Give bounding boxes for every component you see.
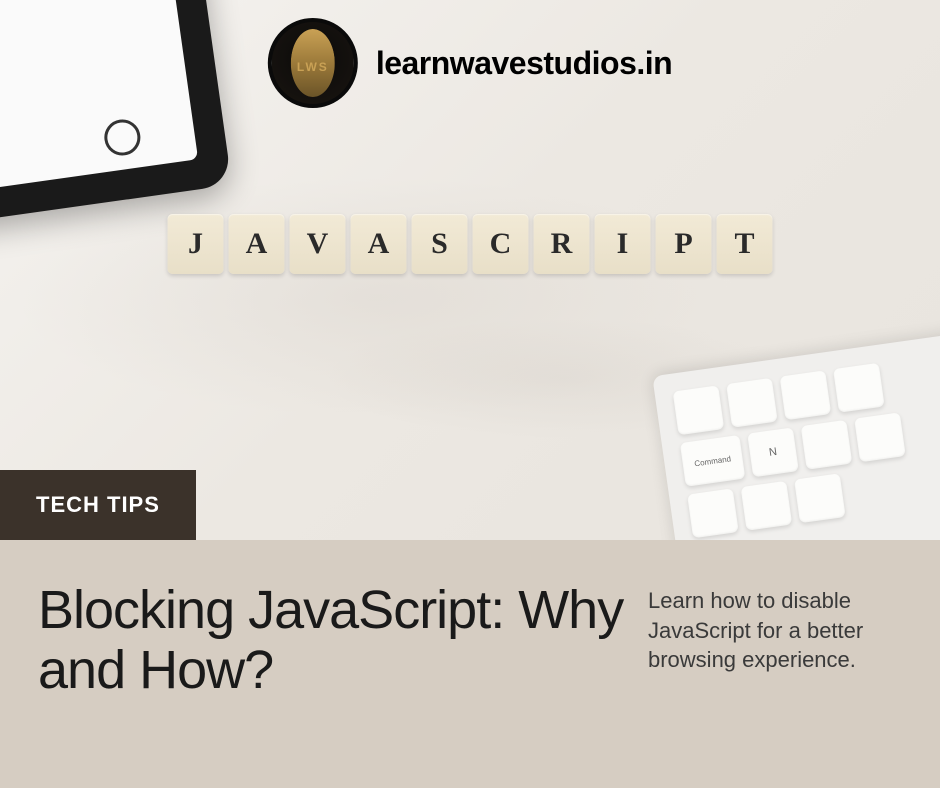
keyboard-key: Command <box>680 435 746 487</box>
keyboard-key <box>726 378 778 428</box>
keyboard-key: N <box>747 427 799 477</box>
scrabble-tile: T <box>717 214 773 274</box>
scrabble-tile: A <box>229 214 285 274</box>
scrabble-tile: J <box>168 214 224 274</box>
scrabble-word: J A V A S C R I P T <box>168 214 773 274</box>
hero-image: Command N learnwavestudios.in J A V A S … <box>0 0 940 540</box>
scrabble-tile: I <box>595 214 651 274</box>
keyboard-key <box>780 370 832 420</box>
scrabble-tile: R <box>534 214 590 274</box>
brand-logo-icon <box>268 18 358 108</box>
keyboard-key <box>687 488 739 538</box>
keyboard-key <box>673 385 725 435</box>
article-summary: Blocking JavaScript: Why and How? Learn … <box>0 540 940 788</box>
scrabble-tile: C <box>473 214 529 274</box>
category-badge[interactable]: TECH TIPS <box>0 470 196 540</box>
keyboard-key <box>801 420 853 470</box>
scrabble-tile: V <box>290 214 346 274</box>
article-subtitle: Learn how to disable JavaScript for a be… <box>648 580 902 748</box>
scrabble-tile: S <box>412 214 468 274</box>
tablet-screen <box>0 0 198 198</box>
keyboard-key <box>741 481 793 531</box>
keyboard-key <box>833 363 885 413</box>
keyboard-key <box>854 412 906 462</box>
brand-name: learnwavestudios.in <box>376 45 672 82</box>
keyboard-key <box>794 473 846 523</box>
site-brand[interactable]: learnwavestudios.in <box>268 18 672 108</box>
scrabble-tile: A <box>351 214 407 274</box>
article-title: Blocking JavaScript: Why and How? <box>38 580 628 748</box>
scrabble-tile: P <box>656 214 712 274</box>
